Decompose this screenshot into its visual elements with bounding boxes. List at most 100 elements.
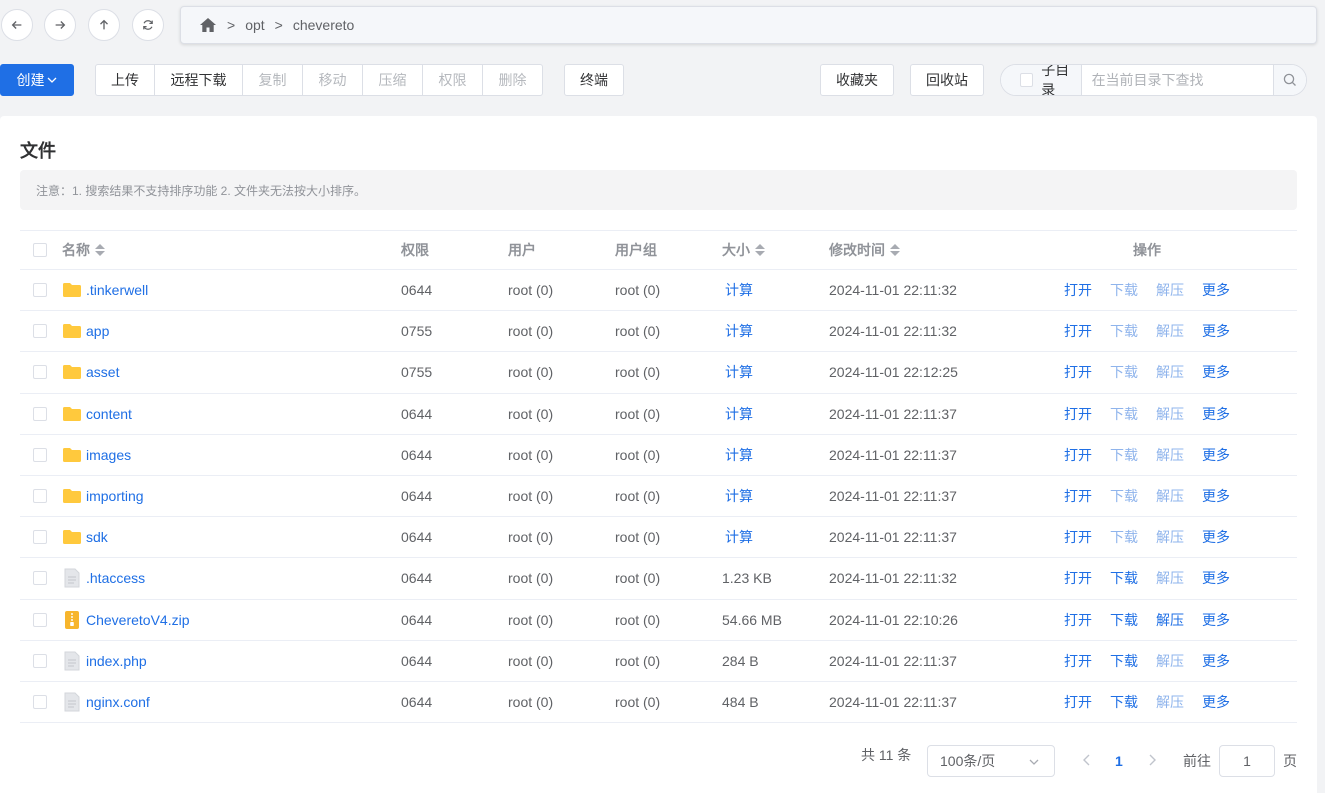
row-checkbox[interactable] — [33, 517, 47, 557]
select-all-checkbox-box[interactable] — [33, 243, 47, 257]
download-link[interactable]: 下载 — [1110, 321, 1138, 341]
extract-link[interactable]: 解压 — [1156, 362, 1184, 382]
extract-link[interactable]: 解压 — [1156, 610, 1184, 630]
row-name-cell[interactable]: .htaccess — [62, 558, 145, 598]
up-button[interactable] — [88, 9, 120, 41]
calc-size-link[interactable]: 计算 — [725, 404, 753, 424]
compress-button[interactable]: 压缩 — [362, 64, 423, 96]
download-link[interactable]: 下载 — [1110, 486, 1138, 506]
row-checkbox[interactable] — [33, 476, 47, 516]
open-link[interactable]: 打开 — [1064, 651, 1092, 671]
more-link[interactable]: 更多 — [1202, 486, 1230, 506]
file-name-link[interactable]: CheveretoV4.zip — [86, 612, 190, 628]
table-row[interactable]: sdk 0644 root (0) root (0) 计算 2024-11-01 22:1… — [20, 517, 1297, 559]
open-link[interactable]: 打开 — [1064, 527, 1092, 547]
calc-size-link[interactable]: 计算 — [725, 321, 753, 341]
table-row[interactable]: nginx.conf 0644 root (0) root (0) 484 B 2024-… — [20, 682, 1297, 724]
favorites-button[interactable]: 收藏夹 — [820, 64, 894, 96]
extract-link[interactable]: 解压 — [1156, 527, 1184, 547]
move-button[interactable]: 移动 — [302, 64, 363, 96]
table-row[interactable]: images 0644 root (0) root (0) 计算 2024-11-01 2… — [20, 435, 1297, 476]
calc-size-link[interactable]: 计算 — [725, 445, 753, 465]
row-name-cell[interactable]: images — [62, 435, 131, 475]
row-name-cell[interactable]: content — [62, 394, 132, 434]
download-link[interactable]: 下载 — [1110, 651, 1138, 671]
more-link[interactable]: 更多 — [1202, 651, 1230, 671]
more-link[interactable]: 更多 — [1202, 362, 1230, 382]
page-size-select[interactable]: 100条/页 — [927, 745, 1055, 777]
row-checkbox-box[interactable] — [33, 447, 47, 462]
breadcrumb-item-chevereto[interactable]: chevereto — [293, 17, 354, 33]
more-link[interactable]: 更多 — [1202, 568, 1230, 588]
terminal-button[interactable]: 终端 — [564, 64, 624, 96]
back-button[interactable] — [1, 9, 33, 41]
open-link[interactable]: 打开 — [1064, 610, 1092, 630]
row-name-cell[interactable]: sdk — [62, 517, 108, 557]
row-name-cell[interactable]: index.php — [62, 641, 147, 681]
download-link[interactable]: 下载 — [1110, 568, 1138, 588]
extract-link[interactable]: 解压 — [1156, 321, 1184, 341]
file-name-link[interactable]: importing — [86, 488, 144, 504]
file-name-link[interactable]: asset — [86, 364, 119, 380]
breadcrumb-item-opt[interactable]: opt — [245, 17, 264, 33]
refresh-button[interactable] — [132, 9, 164, 41]
table-row[interactable]: app 0755 root (0) root (0) 计算 2024-11-01 22:1… — [20, 311, 1297, 353]
file-name-link[interactable]: app — [86, 323, 109, 339]
extract-link[interactable]: 解压 — [1156, 280, 1184, 300]
open-link[interactable]: 打开 — [1064, 280, 1092, 300]
row-checkbox-box[interactable] — [33, 571, 47, 586]
header-size[interactable]: 大小 — [722, 231, 765, 269]
more-link[interactable]: 更多 — [1202, 445, 1230, 465]
file-name-link[interactable]: images — [86, 447, 131, 463]
page-number[interactable]: 1 — [1115, 745, 1123, 777]
more-link[interactable]: 更多 — [1202, 692, 1230, 712]
create-button[interactable]: 创建 — [0, 64, 74, 96]
row-checkbox-box[interactable] — [33, 612, 47, 627]
row-checkbox[interactable] — [33, 311, 47, 351]
row-checkbox-box[interactable] — [33, 406, 47, 421]
recycle-bin-button[interactable]: 回收站 — [910, 64, 984, 96]
row-checkbox-box[interactable] — [33, 365, 47, 380]
goto-page-input[interactable]: 1 — [1219, 745, 1275, 777]
delete-button[interactable]: 删除 — [482, 64, 543, 96]
more-link[interactable]: 更多 — [1202, 527, 1230, 547]
row-checkbox-box[interactable] — [33, 653, 47, 668]
table-row[interactable]: .htaccess 0644 root (0) root (0) 1.23 KB 2024… — [20, 558, 1297, 600]
header-name[interactable]: 名称 — [62, 231, 105, 269]
sort-icon[interactable] — [95, 244, 105, 256]
row-name-cell[interactable]: nginx.conf — [62, 682, 150, 722]
more-link[interactable]: 更多 — [1202, 321, 1230, 341]
download-link[interactable]: 下载 — [1110, 280, 1138, 300]
row-checkbox-box[interactable] — [33, 324, 47, 339]
row-checkbox[interactable] — [33, 682, 47, 722]
download-link[interactable]: 下载 — [1110, 527, 1138, 547]
forward-button[interactable] — [44, 9, 76, 41]
row-checkbox[interactable] — [33, 600, 47, 640]
download-link[interactable]: 下载 — [1110, 445, 1138, 465]
more-link[interactable]: 更多 — [1202, 610, 1230, 630]
select-all-checkbox[interactable] — [33, 231, 47, 269]
file-name-link[interactable]: sdk — [86, 529, 108, 545]
row-name-cell[interactable]: CheveretoV4.zip — [62, 600, 190, 640]
header-mtime[interactable]: 修改时间 — [829, 231, 900, 269]
file-name-link[interactable]: nginx.conf — [86, 694, 150, 710]
permission-button[interactable]: 权限 — [422, 64, 483, 96]
open-link[interactable]: 打开 — [1064, 445, 1092, 465]
calc-size-link[interactable]: 计算 — [725, 527, 753, 547]
row-checkbox[interactable] — [33, 352, 47, 392]
table-row[interactable]: importing 0644 root (0) root (0) 计算 2024-11-0… — [20, 476, 1297, 518]
row-checkbox[interactable] — [33, 394, 47, 434]
table-row[interactable]: .tinkerwell 0644 root (0) root (0) 计算 2024-11… — [20, 270, 1297, 312]
file-name-link[interactable]: .htaccess — [86, 570, 145, 586]
open-link[interactable]: 打开 — [1064, 404, 1092, 424]
row-name-cell[interactable]: importing — [62, 476, 144, 516]
open-link[interactable]: 打开 — [1064, 321, 1092, 341]
home-icon[interactable] — [199, 17, 217, 33]
sort-icon[interactable] — [890, 244, 900, 256]
address-bar[interactable]: > opt > chevereto — [180, 6, 1317, 44]
next-page-button[interactable] — [1147, 753, 1157, 767]
extract-link[interactable]: 解压 — [1156, 445, 1184, 465]
table-row[interactable]: asset 0755 root (0) root (0) 计算 2024-11-01 22… — [20, 352, 1297, 394]
file-name-link[interactable]: content — [86, 406, 132, 422]
search-input[interactable] — [1081, 65, 1273, 95]
